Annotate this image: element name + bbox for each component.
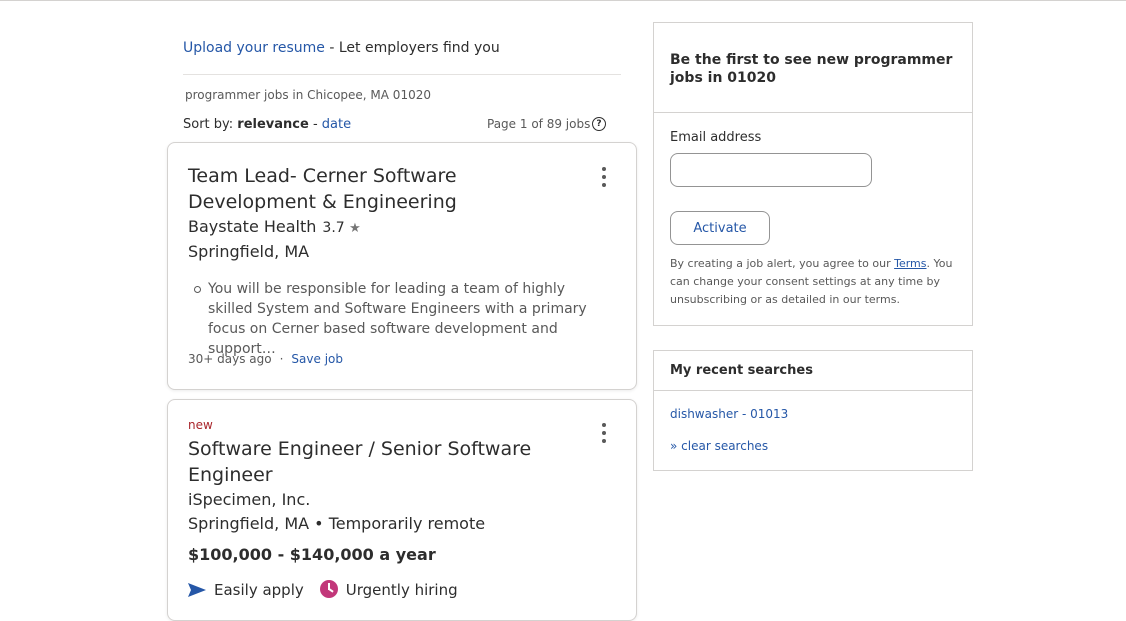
alert-legal-text: By creating a job alert, you agree to ou… [670,255,960,309]
job-tags: Easily apply Urgently hiring [188,580,458,599]
sort-sep: - [308,117,322,132]
recent-searches-heading: My recent searches [670,363,813,378]
help-icon[interactable]: ? [592,117,606,131]
snippet-text: You will be responsible for leading a te… [208,281,587,357]
kebab-menu-icon[interactable] [596,421,612,445]
job-alert-box: Be the first to see new programmer jobs … [653,22,973,326]
job-card[interactable]: Team Lead- Cerner Software Development &… [167,142,637,390]
clear-searches-link[interactable]: » clear searches [670,439,768,453]
job-title[interactable]: Team Lead- Cerner Software Development &… [188,163,548,215]
sort-by-label: Sort by: [183,117,238,132]
activate-button[interactable]: Activate [670,211,770,245]
meta-dot: · [279,352,284,366]
urgently-hiring-tag: Urgently hiring [345,581,458,599]
job-location: Springfield, MA [188,242,310,261]
salary: $100,000 - $140,000 a year [188,545,436,564]
company-name: Baystate Health 3.7 ★ [188,217,361,236]
rating-value: 3.7 [322,220,345,236]
upload-resume-banner: Upload your resume - Let employers find … [183,40,500,56]
upload-resume-text: - Let employers find you [324,40,500,56]
company-name[interactable]: iSpecimen, Inc. [188,490,310,509]
company-rating: 3.7 ★ [322,220,360,236]
posted-date: 30+ days ago [188,352,272,366]
divider [183,74,621,75]
top-border [0,0,1126,1]
sort-by: Sort by: relevance - date [183,117,351,132]
job-card[interactable]: new Software Engineer / Senior Software … [167,399,637,621]
sort-relevance: relevance [237,117,309,132]
save-job-link[interactable]: Save job [291,352,343,366]
page-count: Page 1 of 89 jobs [487,117,591,131]
divider [654,112,972,113]
bullet-icon [194,286,201,293]
search-location-label: programmer jobs in Chicopee, MA 01020 [185,88,431,102]
legal-pre: By creating a job alert, you agree to ou… [670,257,895,270]
job-meta: 30+ days ago · Save job [188,352,343,366]
send-icon [188,583,206,597]
easily-apply-tag: Easily apply [214,581,304,599]
recent-searches-box: My recent searches dishwasher - 01013 » … [653,350,973,471]
alert-heading: Be the first to see new programmer jobs … [670,52,953,86]
terms-link[interactable]: Terms [894,257,926,270]
sort-date-link[interactable]: date [322,117,351,132]
new-badge: new [188,418,213,432]
divider [654,390,972,391]
job-title[interactable]: Software Engineer / Senior Software Engi… [188,436,548,488]
star-icon: ★ [349,221,361,236]
email-label: Email address [670,130,762,145]
kebab-menu-icon[interactable] [596,165,612,189]
sort-row: Sort by: relevance - date Page 1 of 89 j… [183,117,607,135]
email-field[interactable] [670,153,872,187]
clock-icon [319,580,338,598]
upload-resume-link[interactable]: Upload your resume [183,40,325,56]
company-label[interactable]: Baystate Health [188,217,316,236]
job-location: Springfield, MA • Temporarily remote [188,514,486,533]
recent-search-item[interactable]: dishwasher - 01013 [670,407,788,421]
